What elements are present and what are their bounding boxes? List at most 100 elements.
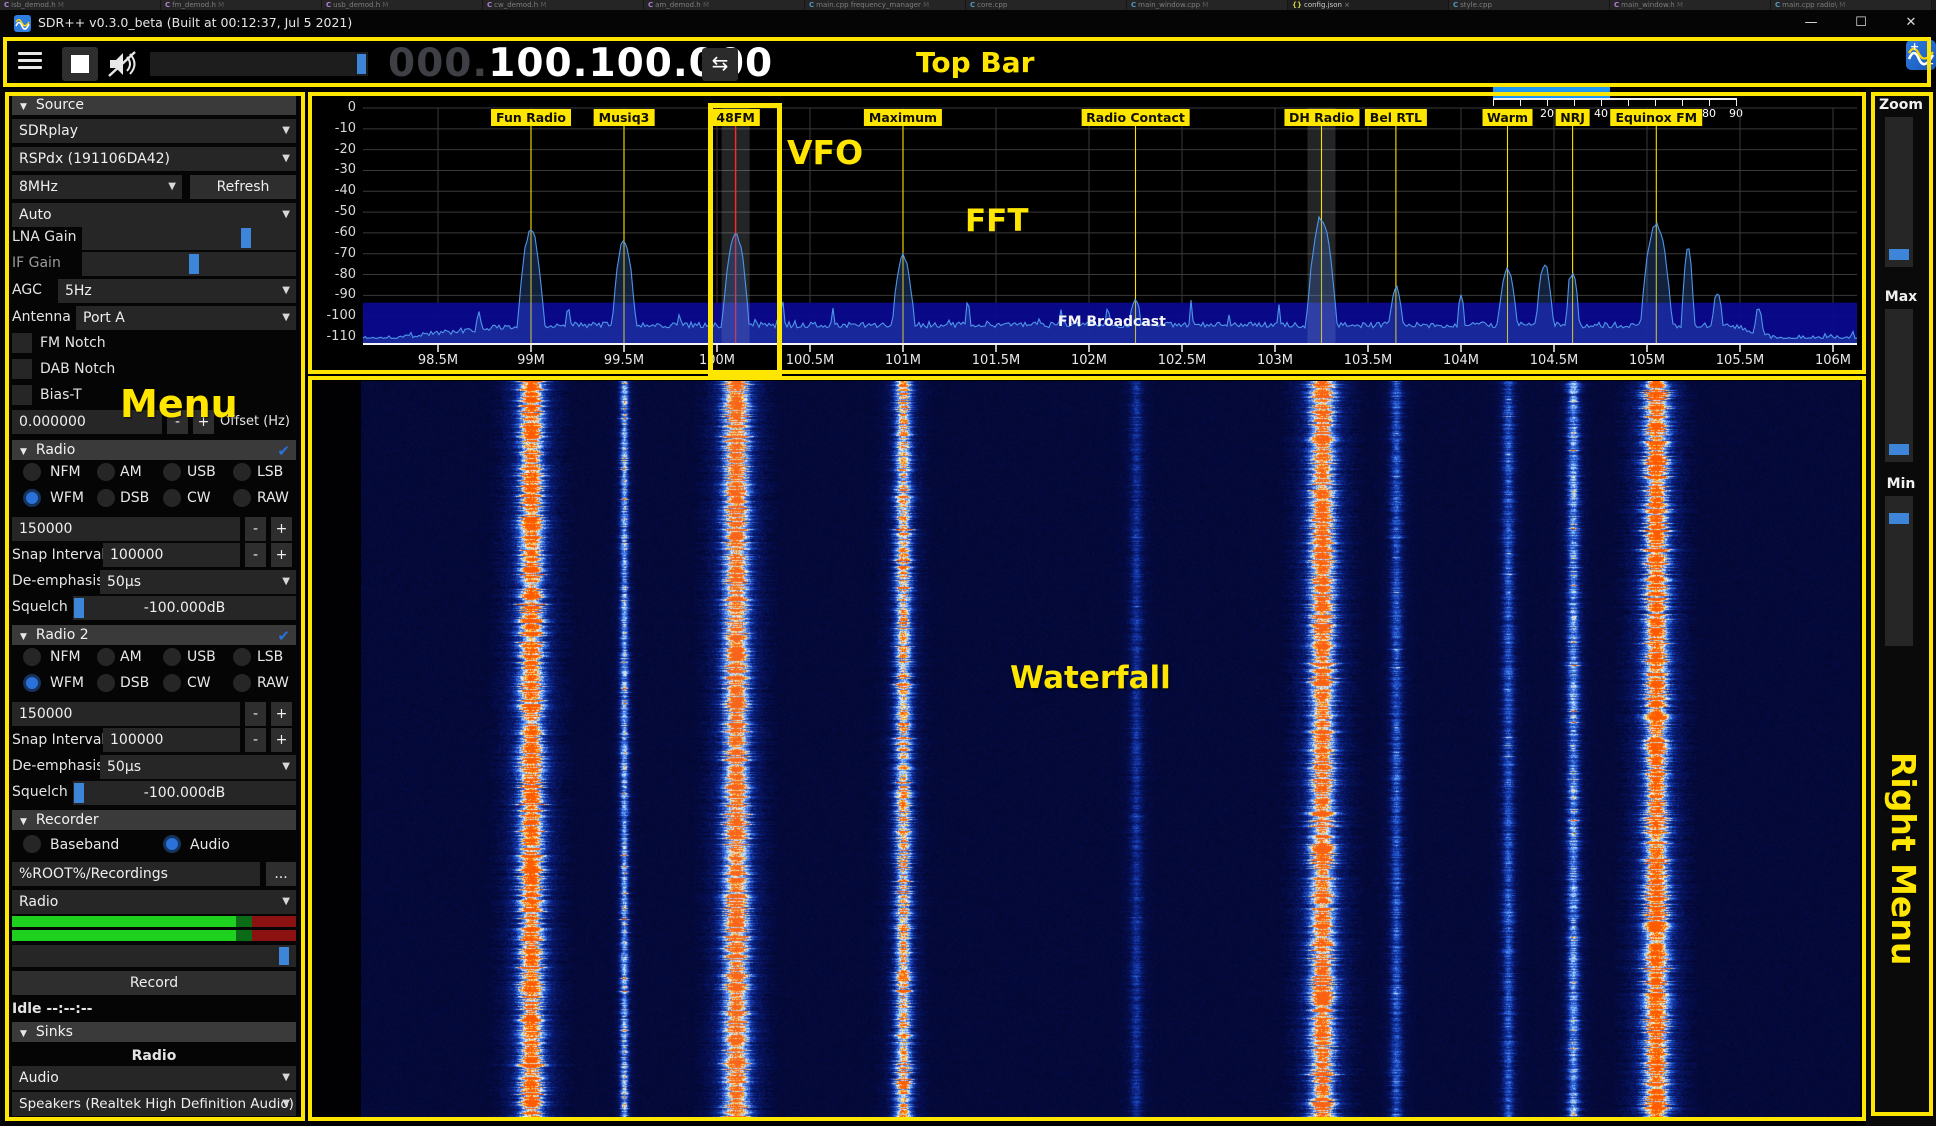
mode-radio-usb[interactable] <box>163 463 181 481</box>
deemphasis-dropdown[interactable]: 50µs▼ <box>100 570 296 594</box>
max-slider[interactable] <box>1885 309 1913 462</box>
if-gain-slider[interactable] <box>82 252 296 276</box>
agc-dropdown[interactable]: 5Hz▼ <box>58 279 296 303</box>
mode-radio-cw[interactable] <box>163 674 181 692</box>
mode-radio-am[interactable] <box>97 463 115 481</box>
antenna-dropdown[interactable]: Port A▼ <box>76 306 296 330</box>
editor-tab[interactable]: Cmain_window.h M <box>1610 0 1771 10</box>
mode-radio-wfm[interactable] <box>23 489 41 507</box>
vfo2-waterfall-band <box>1308 381 1336 1117</box>
deemphasis2-dropdown[interactable]: 50µs▼ <box>100 755 296 779</box>
station-label-dh-radio[interactable]: DH Radio <box>1284 109 1359 126</box>
source-device-dropdown[interactable]: RSPdx (191106DA42)▼ <box>12 147 296 171</box>
baseband-radio-button[interactable] <box>23 835 41 853</box>
stop-button[interactable] <box>62 47 98 81</box>
dab-notch-checkbox[interactable] <box>12 359 32 379</box>
recorder-volume-slider[interactable] <box>12 945 296 967</box>
offset-minus-button[interactable]: - <box>167 410 188 434</box>
station-label-fun-radio[interactable]: Fun Radio <box>491 109 571 126</box>
station-label-48fm[interactable]: 48FM <box>711 109 759 126</box>
if-mode-dropdown[interactable]: Auto▼ <box>12 203 296 227</box>
bandwidth2-plus-button[interactable]: + <box>271 702 292 726</box>
sink-type-dropdown[interactable]: Audio▼ <box>12 1066 296 1090</box>
mode-radio-lsb[interactable] <box>233 463 251 481</box>
snap2-plus-button[interactable]: + <box>271 728 292 752</box>
snap2-minus-button[interactable]: - <box>245 728 266 752</box>
svg-text:+: + <box>1925 57 1934 70</box>
mode-radio-nfm[interactable] <box>23 463 41 481</box>
snap-plus-button[interactable]: + <box>271 543 292 567</box>
editor-tab[interactable]: {}config.json × <box>1288 0 1449 10</box>
swap-vfo-button[interactable]: ⇆ <box>702 48 738 81</box>
mute-speaker-icon[interactable] <box>106 49 140 79</box>
station-label-maximum[interactable]: Maximum <box>864 109 942 126</box>
editor-tab[interactable]: Cmain_window.cpp M <box>1127 0 1288 10</box>
radio2-bandwidth-input[interactable]: 150000 <box>12 702 240 726</box>
fft-plot[interactable] <box>308 92 1866 374</box>
editor-tab[interactable]: Cam_demod.h M <box>644 0 805 10</box>
station-label-bel-rtl[interactable]: Bel RTL <box>1365 109 1427 126</box>
station-label-warm[interactable]: Warm <box>1482 109 1533 126</box>
snap-interval-input[interactable]: 100000 <box>103 543 240 567</box>
mode-radio-usb[interactable] <box>163 648 181 666</box>
slider-handle[interactable] <box>357 54 366 74</box>
snap2-interval-input[interactable]: 100000 <box>103 728 240 752</box>
browse-button[interactable]: ... <box>266 862 296 886</box>
bandwidth2-minus-button[interactable]: - <box>245 702 266 726</box>
radio2-section-header[interactable]: ▼Radio 2✔ <box>12 625 296 645</box>
station-label-musiq3[interactable]: Musiq3 <box>594 109 655 126</box>
editor-tab[interactable]: Cusb_demod.h M <box>322 0 483 10</box>
snap-minus-button[interactable]: - <box>245 543 266 567</box>
mode-radio-lsb[interactable] <box>233 648 251 666</box>
bandwidth-plus-button[interactable]: + <box>271 517 292 541</box>
radio-section-header[interactable]: ▼Radio✔ <box>12 440 296 460</box>
editor-tab[interactable]: Cmain.cpp frequency_manager M <box>805 0 966 10</box>
mode-radio-dsb[interactable] <box>97 489 115 507</box>
mode-radio-raw[interactable] <box>233 674 251 692</box>
audio-radio-button[interactable] <box>163 835 181 853</box>
recording-path-input[interactable]: %ROOT%/Recordings <box>12 862 260 886</box>
squelch-slider[interactable]: -100.000dB <box>73 596 296 620</box>
refresh-button[interactable]: Refresh <box>190 175 296 199</box>
station-label-nrj[interactable]: NRJ <box>1555 109 1590 126</box>
editor-tab[interactable]: Cmain.cpp radio\ M <box>1771 0 1932 10</box>
bandwidth-minus-button[interactable]: - <box>245 517 266 541</box>
sinks-section-header[interactable]: ▼Sinks <box>12 1022 296 1042</box>
editor-tab[interactable]: Cfm_demod.h M <box>161 0 322 10</box>
squelch2-slider[interactable]: -100.000dB <box>73 781 296 805</box>
editor-tab[interactable]: Ccore.cpp <box>966 0 1127 10</box>
mode-radio-am[interactable] <box>97 648 115 666</box>
mode-radio-raw[interactable] <box>233 489 251 507</box>
mode-radio-nfm[interactable] <box>23 648 41 666</box>
fm-notch-label: FM Notch <box>40 331 106 355</box>
source-driver-dropdown[interactable]: SDRplay▼ <box>12 119 296 143</box>
recorder-section-header[interactable]: ▼Recorder <box>12 810 296 830</box>
bias-t-checkbox[interactable] <box>12 385 32 405</box>
offset-input[interactable]: 0.000000 <box>12 410 162 434</box>
fm-notch-checkbox[interactable] <box>12 333 32 353</box>
station-label-radio-contact[interactable]: Radio Contact <box>1081 109 1190 126</box>
record-button[interactable]: Record <box>12 971 296 995</box>
offset-plus-button[interactable]: + <box>193 410 214 434</box>
mode-radio-dsb[interactable] <box>97 674 115 692</box>
mode-radio-wfm[interactable] <box>23 674 41 692</box>
mode-radio-cw[interactable] <box>163 489 181 507</box>
editor-tab[interactable]: Cisb_demod.h M <box>0 0 161 10</box>
recorder-stream-dropdown[interactable]: Radio▼ <box>12 890 296 914</box>
samplerate-dropdown[interactable]: 8MHz▼ <box>12 175 182 199</box>
source-section-header[interactable]: ▼Source <box>12 95 296 115</box>
editor-tab[interactable]: Ccw_demod.h M <box>483 0 644 10</box>
sink-device-dropdown[interactable]: Speakers (Realtek High Definition Audio)… <box>12 1092 296 1116</box>
lna-gain-slider[interactable] <box>82 226 296 250</box>
maximize-button[interactable]: ☐ <box>1838 10 1884 36</box>
zoom-slider[interactable] <box>1885 117 1913 267</box>
waterfall-display[interactable] <box>361 381 1860 1117</box>
radio-bandwidth-input[interactable]: 150000 <box>12 517 240 541</box>
station-label-equinox-fm[interactable]: Equinox FM <box>1611 109 1703 126</box>
editor-tab[interactable]: Cstyle.cpp <box>1449 0 1610 10</box>
menu-hamburger-icon[interactable] <box>18 48 42 73</box>
close-button[interactable]: ✕ <box>1888 10 1934 36</box>
min-slider[interactable] <box>1885 496 1913 646</box>
minimize-button[interactable]: — <box>1788 10 1834 36</box>
fft-size-slider[interactable] <box>150 52 368 76</box>
